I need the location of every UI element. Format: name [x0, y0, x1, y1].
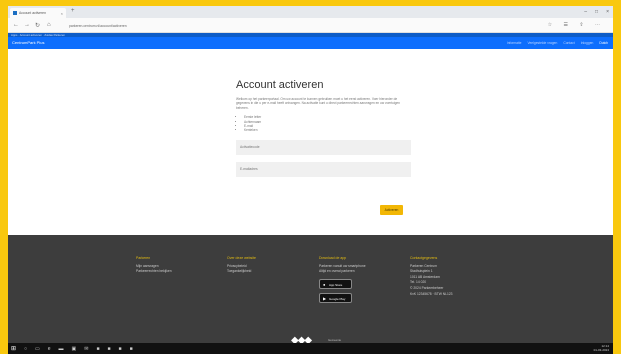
- list-item: Kenteken: [244, 128, 411, 132]
- footer-text: KvK 12345678 · BTW NL123: [410, 291, 453, 296]
- intro-text: Welkom op het parkeerportaal. Om uw acco…: [236, 97, 400, 110]
- app-icon[interactable]: ■: [96, 346, 99, 352]
- folder-icon[interactable]: ▬: [59, 346, 64, 352]
- toolbar-icons[interactable]: ☆ ☰ ⇧ ⋯: [548, 22, 605, 28]
- footer-col-parking: Parkeren Mijn aanvragen Parkeerrechten b…: [136, 256, 172, 275]
- email-input[interactable]: [236, 161, 411, 177]
- activation-code-input[interactable]: [236, 139, 411, 155]
- browser-window: Account activeren × + – □ × ← → ↻ ⌂ park…: [8, 6, 613, 354]
- back-icon[interactable]: ←: [13, 22, 19, 28]
- footer-heading: Parkeren: [136, 256, 151, 260]
- app-store-badge[interactable]: ● App Store: [319, 278, 352, 289]
- google-play-label: Google Play: [329, 296, 346, 301]
- site-brand[interactable]: CentrumPark Plus: [12, 40, 44, 45]
- footer-col-about: Over deze website Privacybeleid Toeganke…: [227, 256, 256, 275]
- footer-col-contact: Contactgegevens Parkeren Centrum Stadhui…: [410, 256, 453, 297]
- refresh-icon[interactable]: ↻: [35, 22, 40, 29]
- mail-icon[interactable]: ✉: [84, 346, 88, 352]
- system-tray[interactable]: 12:14 01-03-2024: [593, 344, 609, 352]
- windows-taskbar: ⊞ ○ ▭ e ▬ ▣ ✉ ■ ■ ■ ■ 12:14 01-03-2024: [8, 343, 613, 354]
- app-icon[interactable]: ■: [130, 346, 133, 352]
- task-view-icon[interactable]: ▭: [35, 346, 40, 352]
- apple-icon: ●: [323, 282, 326, 288]
- app-icon[interactable]: ■: [119, 346, 122, 352]
- activation-form: Account activeren Welkom op het parkeerp…: [236, 79, 411, 177]
- maximize-icon[interactable]: □: [595, 9, 598, 15]
- app-icon[interactable]: ■: [108, 346, 111, 352]
- footer-heading: Over deze website: [227, 256, 256, 260]
- page-title: Account activeren: [236, 79, 324, 91]
- footer-col-app: Download de app Parkeren vanuit uw smart…: [319, 256, 366, 307]
- requirements-list: Eerste letter Achternaam E-mail Kenteken: [236, 115, 411, 133]
- nav-links: Informatie Veelgestelde vragen Contact I…: [507, 41, 608, 45]
- site-navbar: CentrumPark Plus Informatie Veelgestelde…: [8, 37, 613, 49]
- taskbar-icons: ○ ▭ e ▬ ▣ ✉ ■ ■ ■ ■: [24, 346, 133, 352]
- new-tab-icon[interactable]: +: [71, 8, 75, 14]
- clock-date: 01-03-2024: [593, 347, 609, 352]
- footer-heading: Download de app: [319, 256, 347, 260]
- store-icon[interactable]: ▣: [72, 346, 77, 352]
- google-play-badge[interactable]: ▶ Google Play: [319, 292, 352, 303]
- app-store-label: App Store: [329, 282, 343, 287]
- site-footer: Parkeren Mijn aanvragen Parkeerrechten b…: [8, 235, 613, 353]
- footer-heading: Contactgegevens: [410, 256, 438, 260]
- minimize-icon[interactable]: –: [584, 9, 587, 15]
- close-window-icon[interactable]: ×: [606, 9, 609, 15]
- url-field[interactable]: parkeren.centrum.nl/account/activeren: [63, 22, 443, 30]
- language-selector[interactable]: Dutch: [599, 41, 608, 45]
- nav-link-info[interactable]: Informatie: [507, 41, 522, 45]
- nav-link-faq[interactable]: Veelgestelde vragen: [527, 41, 557, 45]
- home-icon[interactable]: ⌂: [47, 22, 51, 28]
- play-icon: ▶: [323, 296, 327, 302]
- windows-start-icon[interactable]: ⊞: [11, 345, 16, 352]
- browser-tab[interactable]: Account activeren ×: [10, 8, 66, 18]
- close-tab-icon[interactable]: ×: [61, 11, 63, 16]
- nav-link-login[interactable]: Inloggen: [581, 41, 594, 45]
- footer-link[interactable]: Parkeerrechten bekijken: [136, 269, 172, 275]
- edge-icon[interactable]: e: [48, 346, 51, 352]
- favicon-icon: [13, 11, 17, 15]
- tab-bar: Account activeren × + – □ ×: [8, 6, 613, 18]
- search-icon[interactable]: ○: [24, 346, 27, 352]
- activate-button[interactable]: Activeren: [380, 205, 403, 215]
- main-content: Account activeren Welkom op het parkeerp…: [8, 49, 613, 235]
- footer-link[interactable]: Toegankelijkheid: [227, 269, 256, 275]
- address-bar-row: ← → ↻ ⌂ parkeren.centrum.nl/account/acti…: [8, 18, 613, 33]
- forward-icon[interactable]: →: [24, 22, 30, 28]
- tab-title: Account activeren: [19, 11, 46, 15]
- nav-link-contact[interactable]: Contact: [563, 41, 574, 45]
